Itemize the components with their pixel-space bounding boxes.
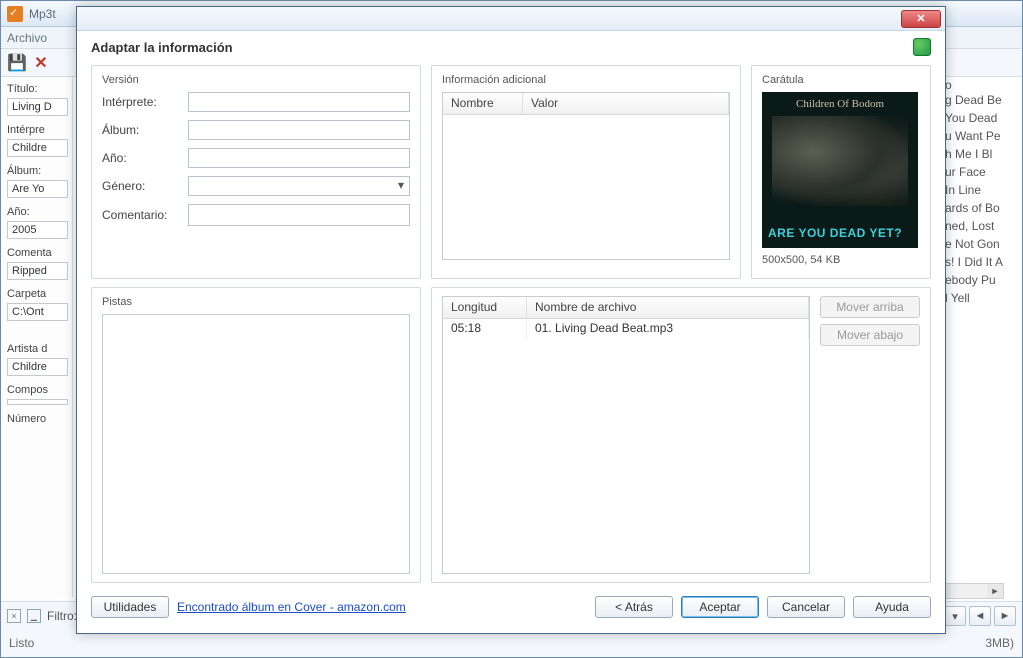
nav-next-icon[interactable]: ► <box>994 606 1016 626</box>
list-item[interactable]: In Line <box>943 181 1018 199</box>
album-input[interactable] <box>188 120 410 140</box>
compositor-field[interactable] <box>7 399 68 405</box>
move-up-button[interactable]: Mover arriba <box>820 296 920 318</box>
album-label: Álbum: <box>3 163 70 179</box>
titulo-label: Título: <box>3 81 70 97</box>
help-globe-icon[interactable] <box>913 38 931 56</box>
tracks-legend: Pistas <box>102 296 410 308</box>
app-icon <box>7 6 23 22</box>
titulo-field[interactable]: Living D <box>7 98 68 116</box>
list-item[interactable]: ebody Pu <box>943 271 1018 289</box>
dialog-header: Adaptar la información <box>77 31 945 63</box>
dialog-titlebar: ✕ <box>77 7 945 31</box>
comentario-label: Comentario: <box>102 208 182 222</box>
accept-button[interactable]: Aceptar <box>681 596 759 618</box>
filter-close-icon[interactable]: × <box>7 609 21 623</box>
interprete-input[interactable] <box>188 92 410 112</box>
track-length: 05:18 <box>443 319 527 339</box>
ano-input[interactable] <box>188 148 410 168</box>
close-icon: ✕ <box>916 12 925 25</box>
utilities-button[interactable]: Utilidades <box>91 596 169 618</box>
cover-image[interactable]: Children Of Bodom ARE YOU DEAD YET? <box>762 92 918 248</box>
addinfo-header: Nombre Valor <box>443 93 729 115</box>
cover-title-text: ARE YOU DEAD YET? <box>768 226 902 240</box>
genero-select[interactable] <box>188 176 410 196</box>
album-field[interactable]: Are Yo <box>7 180 68 198</box>
carpeta-field[interactable]: C:\Ont <box>7 303 68 321</box>
cover-dimensions: 500x500, 54 KB <box>762 254 920 266</box>
delete-icon[interactable]: ✕ <box>31 53 51 73</box>
list-item[interactable]: h Me I Bl <box>943 145 1018 163</box>
version-legend: Versión <box>102 74 410 86</box>
addinfo-listbox[interactable]: Nombre Valor <box>442 92 730 260</box>
list-item[interactable]: e Not Gon <box>943 235 1018 253</box>
move-down-button[interactable]: Mover abajo <box>820 324 920 346</box>
list-item[interactable]: g Dead Be <box>943 91 1018 109</box>
cancel-button[interactable]: Cancelar <box>767 596 845 618</box>
artista-field[interactable]: Childre <box>7 358 68 376</box>
genero-label: Género: <box>102 179 182 193</box>
track-filename: 01. Living Dead Beat.mp3 <box>527 319 809 339</box>
dialog-title: Adaptar la información <box>91 40 233 55</box>
addinfo-col-value[interactable]: Valor <box>523 93 729 114</box>
tracks-header: Longitud Nombre de archivo <box>443 297 809 319</box>
save-icon[interactable]: 💾 <box>7 53 27 73</box>
table-row[interactable]: 05:18 01. Living Dead Beat.mp3 <box>443 319 809 339</box>
ano-field[interactable]: 2005 <box>7 221 68 239</box>
cover-group: Carátula Children Of Bodom ARE YOU DEAD … <box>751 65 931 279</box>
list-item[interactable]: ned, Lost <box>943 217 1018 235</box>
album-label: Álbum: <box>102 123 182 137</box>
tracks-col-length[interactable]: Longitud <box>443 297 527 318</box>
filter-collapse-icon[interactable]: ▁ <box>27 609 41 623</box>
list-item[interactable]: u Want Pe <box>943 127 1018 145</box>
version-group: Versión Intérprete: Álbum: Año: Género: <box>91 65 421 279</box>
status-size: 3MB) <box>985 636 1014 650</box>
carpeta-label: Carpeta <box>3 286 70 302</box>
dialog-button-row: Utilidades Encontrado álbum en Cover - a… <box>91 591 931 623</box>
tracks-group: Pistas <box>91 287 421 583</box>
nav-prev-icon[interactable]: ◄ <box>969 606 991 626</box>
artista-label: Artista d <box>3 341 70 357</box>
adapt-info-dialog: ✕ Adaptar la información Versión Intérpr… <box>76 6 946 634</box>
interprete-label: Intérpre <box>3 122 70 138</box>
tracks-files-group: Longitud Nombre de archivo 05:18 01. Liv… <box>431 287 931 583</box>
tracks-source-listbox[interactable] <box>102 314 410 574</box>
numero-label: Número <box>3 411 70 427</box>
cover-art-icon <box>772 116 908 206</box>
list-item[interactable]: ards of Bo <box>943 199 1018 217</box>
comentario-label: Comenta <box>3 245 70 261</box>
list-item[interactable]: s! I Did It A <box>943 253 1018 271</box>
interprete-label: Intérprete: <box>102 95 182 109</box>
interprete-field[interactable]: Childre <box>7 139 68 157</box>
list-item[interactable]: ur Face <box>943 163 1018 181</box>
cover-band-text: Children Of Bodom <box>762 98 918 110</box>
compositor-label: Compos <box>3 382 70 398</box>
app-title: Mp3t <box>29 7 56 21</box>
scroll-right-icon[interactable]: ► <box>987 584 1003 598</box>
back-button[interactable]: < Atrás <box>595 596 673 618</box>
tracks-table[interactable]: Longitud Nombre de archivo 05:18 01. Liv… <box>442 296 810 574</box>
menu-archivo[interactable]: Archivo <box>7 31 47 45</box>
close-button[interactable]: ✕ <box>901 10 941 28</box>
nav-dropdown-icon[interactable]: ▾ <box>944 606 966 626</box>
list-item[interactable]: l Yell <box>943 289 1018 307</box>
ano-label: Año: <box>102 151 182 165</box>
addinfo-col-name[interactable]: Nombre <box>443 93 523 114</box>
tracks-col-filename[interactable]: Nombre de archivo <box>527 297 809 318</box>
bg-track-list[interactable]: g Dead BeYou Deadu Want Peh Me I Blur Fa… <box>943 89 1018 579</box>
addinfo-group: Información adicional Nombre Valor <box>431 65 741 279</box>
addinfo-legend: Información adicional <box>442 74 730 86</box>
status-text: Listo <box>9 636 34 650</box>
left-tag-panel: Título: Living D Intérpre Childre Álbum:… <box>1 77 73 597</box>
list-item[interactable]: You Dead <box>943 109 1018 127</box>
ano-label: Año: <box>3 204 70 220</box>
filter-label: Filtro: <box>47 609 77 623</box>
cover-legend: Carátula <box>762 74 920 86</box>
found-album-link[interactable]: Encontrado álbum en Cover - amazon.com <box>177 600 406 614</box>
help-button[interactable]: Ayuda <box>853 596 931 618</box>
comentario-input[interactable] <box>188 204 410 226</box>
comentario-field[interactable]: Ripped <box>7 262 68 280</box>
